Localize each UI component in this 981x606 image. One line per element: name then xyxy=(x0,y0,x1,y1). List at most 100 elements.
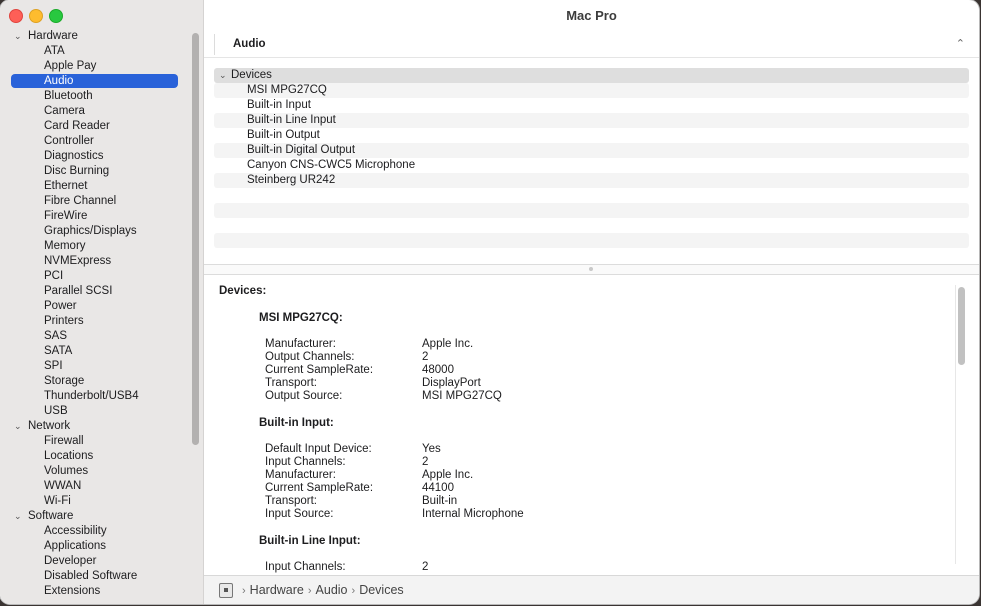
property-value: 2 xyxy=(422,561,429,573)
sidebar-item-sata[interactable]: SATA xyxy=(0,344,190,359)
sidebar-item-extensions[interactable]: Extensions xyxy=(0,584,190,599)
tree-row[interactable]: Steinberg UR242 xyxy=(214,173,969,188)
sidebar-item-label: Parallel SCSI xyxy=(44,285,113,297)
sidebar-item-ethernet[interactable]: Ethernet xyxy=(0,179,190,194)
chevron-down-icon[interactable]: ⌄ xyxy=(14,29,22,44)
sidebar-item-label: Locations xyxy=(44,450,94,462)
breadcrumb-item[interactable]: Audio xyxy=(316,583,348,597)
sidebar-item-printers[interactable]: Printers xyxy=(0,314,190,329)
property-value: 44100 xyxy=(422,482,454,494)
tree-row[interactable]: MSI MPG27CQ xyxy=(214,83,969,98)
device-heading: MSI MPG27CQ: xyxy=(259,312,343,324)
sidebar-item-label: Bluetooth xyxy=(44,90,93,102)
sidebar-item-controller[interactable]: Controller xyxy=(0,134,190,149)
sidebar-item-fibre-channel[interactable]: Fibre Channel xyxy=(0,194,190,209)
sidebar-item-applications[interactable]: Applications xyxy=(0,539,190,554)
sidebar-item-developer[interactable]: Developer xyxy=(0,554,190,569)
tree-row-label: Canyon CNS-CWC5 Microphone xyxy=(247,159,416,171)
sidebar-item-disabled-software[interactable]: Disabled Software xyxy=(0,569,190,584)
property-key: Current SampleRate: xyxy=(265,364,374,376)
tree-row-devices[interactable]: ⌄ Devices xyxy=(214,68,969,83)
sidebar-item-audio[interactable]: Audio xyxy=(0,74,190,89)
minimize-window-button[interactable] xyxy=(29,9,43,23)
sidebar-item-firewall[interactable]: Firewall xyxy=(0,434,190,449)
sidebar-item-spi[interactable]: SPI xyxy=(0,359,190,374)
sidebar-item-power[interactable]: Power xyxy=(0,299,190,314)
breadcrumb-item[interactable]: Devices xyxy=(359,583,403,597)
sidebar-item-disc-burning[interactable]: Disc Burning xyxy=(0,164,190,179)
sidebar-list: ⌄ Hardware ATA Apple Pay Audio Bluetooth Camer… xyxy=(0,29,190,599)
device-properties: Input Channels: 2 xyxy=(219,561,949,574)
device-properties: Manufacturer: Apple Inc. Output Channels: 2… xyxy=(219,338,949,403)
sidebar-item-label: Thunderbolt/USB4 xyxy=(44,390,139,402)
property-key: Transport: xyxy=(265,495,317,507)
sidebar-item-pci[interactable]: PCI xyxy=(0,269,190,284)
sidebar-item-label: Volumes xyxy=(44,465,89,477)
sidebar-item-camera[interactable]: Camera xyxy=(0,104,190,119)
property-row: Input Source: Internal Microphone xyxy=(265,508,949,521)
sidebar-item-parallel-scsi[interactable]: Parallel SCSI xyxy=(0,284,190,299)
split-view-divider[interactable] xyxy=(204,264,979,275)
sidebar: ⌄ Hardware ATA Apple Pay Audio Bluetooth Camer… xyxy=(0,0,204,604)
sidebar-item-label: Accessibility xyxy=(44,525,107,537)
chevron-down-icon[interactable]: ⌄ xyxy=(219,68,227,83)
sidebar-item-nvmexpress[interactable]: NVMExpress xyxy=(0,254,190,269)
sidebar-group-hardware[interactable]: ⌄ Hardware xyxy=(0,29,190,44)
sidebar-item-label: Fibre Channel xyxy=(44,195,117,207)
chevron-down-icon[interactable]: ⌄ xyxy=(14,419,22,434)
divider xyxy=(204,57,979,58)
chevron-up-icon[interactable]: ⌃ xyxy=(956,37,965,50)
sidebar-item-ata[interactable]: ATA xyxy=(0,44,190,59)
close-window-button[interactable] xyxy=(9,9,23,23)
sidebar-group-software[interactable]: ⌄ Software xyxy=(0,509,190,524)
device-properties: Default Input Device: Yes Input Channels: 2… xyxy=(219,443,949,521)
sidebar-item-wwan[interactable]: WWAN xyxy=(0,479,190,494)
sidebar-item-wi-fi[interactable]: Wi-Fi xyxy=(0,494,190,509)
tree-row[interactable]: Built-in Line Input xyxy=(214,113,969,128)
sidebar-item-usb[interactable]: USB xyxy=(0,404,190,419)
section-header[interactable]: Audio ⌃ xyxy=(214,34,969,55)
window-title: Mac Pro xyxy=(566,8,617,23)
tree-row[interactable]: Built-in Output xyxy=(214,128,969,143)
sidebar-item-apple-pay[interactable]: Apple Pay xyxy=(0,59,190,74)
sidebar-scrollbar[interactable] xyxy=(192,33,199,445)
sidebar-item-label: USB xyxy=(44,405,68,417)
sidebar-item-thunderbolt-usb4[interactable]: Thunderbolt/USB4 xyxy=(0,389,190,404)
sidebar-item-label: Developer xyxy=(44,555,97,567)
tree-row[interactable]: Built-in Digital Output xyxy=(214,143,969,158)
path-bar: › Hardware › Audio › Devices xyxy=(204,575,979,604)
tree-row[interactable]: Canyon CNS-CWC5 Microphone xyxy=(214,158,969,173)
property-key: Input Channels: xyxy=(265,456,346,468)
sidebar-item-bluetooth[interactable]: Bluetooth xyxy=(0,89,190,104)
sidebar-group-label: Hardware xyxy=(28,30,78,42)
detail-title: Devices: xyxy=(219,285,267,297)
sidebar-item-storage[interactable]: Storage xyxy=(0,374,190,389)
drag-handle-icon[interactable] xyxy=(589,267,593,271)
scroll-thumb[interactable] xyxy=(958,287,965,365)
detail-scrollbar[interactable] xyxy=(955,285,967,564)
sidebar-item-firewire[interactable]: FireWire xyxy=(0,209,190,224)
sidebar-item-sas[interactable]: SAS xyxy=(0,329,190,344)
property-row: Manufacturer: Apple Inc. xyxy=(265,469,949,482)
sidebar-item-volumes[interactable]: Volumes xyxy=(0,464,190,479)
sidebar-item-graphics-displays[interactable]: Graphics/Displays xyxy=(0,224,190,239)
sidebar-group-network[interactable]: ⌄ Network xyxy=(0,419,190,434)
tree-row[interactable]: Built-in Input xyxy=(214,98,969,113)
sidebar-item-label: Printers xyxy=(44,315,84,327)
sidebar-item-label: Disabled Software xyxy=(44,570,138,582)
sidebar-item-locations[interactable]: Locations xyxy=(0,449,190,464)
sidebar-item-accessibility[interactable]: Accessibility xyxy=(0,524,190,539)
breadcrumb-item[interactable]: Hardware xyxy=(250,583,304,597)
sidebar-item-memory[interactable]: Memory xyxy=(0,239,190,254)
sidebar-item-label: Card Reader xyxy=(44,120,110,132)
property-key: Output Channels: xyxy=(265,351,355,363)
sidebar-item-card-reader[interactable]: Card Reader xyxy=(0,119,190,134)
chevron-down-icon[interactable]: ⌄ xyxy=(14,509,22,524)
property-row: Transport: DisplayPort xyxy=(265,377,949,390)
detail-view: Devices: MSI MPG27CQ: Manufacturer: Apple I… xyxy=(219,284,949,574)
sidebar-item-diagnostics[interactable]: Diagnostics xyxy=(0,149,190,164)
zoom-window-button[interactable] xyxy=(49,9,63,23)
sidebar-item-label: Camera xyxy=(44,105,85,117)
property-value: Built-in xyxy=(422,495,458,507)
sidebar-item-label: SATA xyxy=(44,345,73,357)
